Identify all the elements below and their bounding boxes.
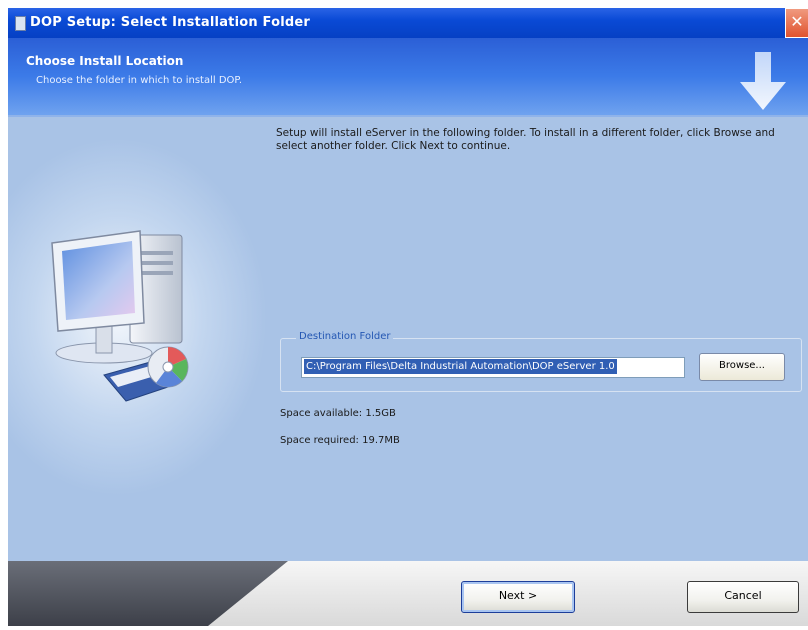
space-required: Space required: 19.7MB: [280, 435, 400, 446]
header-subtitle: Choose the folder in which to install DO…: [36, 75, 243, 86]
destination-path-value: C:\Program Files\Delta Industrial Automa…: [304, 359, 617, 374]
installer-app-icon: [15, 16, 26, 31]
close-button[interactable]: ✕: [785, 8, 808, 38]
wizard-content: Setup will install eServer in the follow…: [8, 117, 808, 561]
destination-path-input[interactable]: C:\Program Files\Delta Industrial Automa…: [301, 357, 685, 378]
destination-folder-label: Destination Folder: [296, 331, 394, 342]
wizard-header: Choose Install Location Choose the folde…: [8, 38, 808, 117]
browse-button[interactable]: Browse...: [699, 353, 785, 381]
close-icon: ✕: [790, 12, 804, 31]
download-arrow-icon: [740, 52, 786, 110]
title-bar[interactable]: DOP Setup: Select Installation Folder ✕: [8, 8, 808, 38]
wizard-footer: Next > Cancel: [8, 561, 808, 626]
next-button[interactable]: Next >: [461, 581, 575, 613]
intro-text: Setup will install eServer in the follow…: [276, 127, 775, 152]
space-available: Space available: 1.5GB: [280, 408, 396, 419]
destination-folder-group: Destination Folder C:\Program Files\Delt…: [280, 331, 802, 392]
header-title: Choose Install Location: [26, 54, 184, 68]
window-title: DOP Setup: Select Installation Folder: [30, 15, 311, 30]
footer-decoration: [8, 561, 288, 626]
setup-window: DOP Setup: Select Installation Folder ✕ …: [8, 8, 808, 626]
computer-illustration: [51, 230, 189, 402]
cancel-button[interactable]: Cancel: [687, 581, 799, 613]
